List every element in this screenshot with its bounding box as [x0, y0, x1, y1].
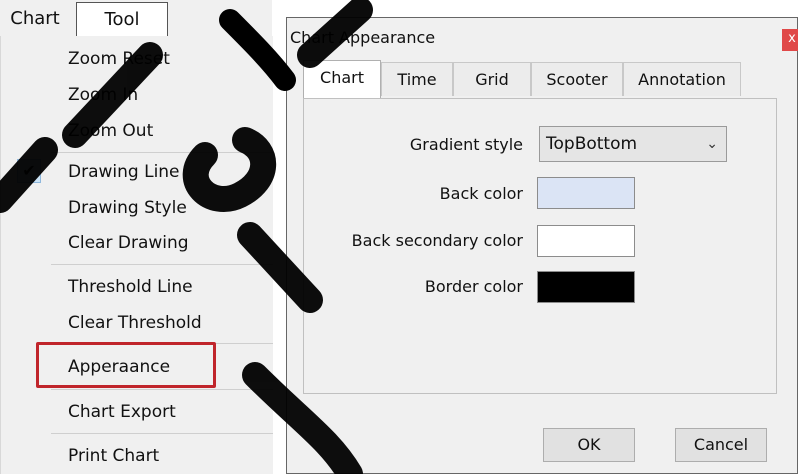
- tab-grid[interactable]: Grid: [453, 62, 531, 96]
- back-secondary-color-swatch[interactable]: [537, 225, 635, 257]
- menu-item-zoom-in[interactable]: Zoom In: [68, 85, 138, 105]
- menu-tab-chart[interactable]: Chart: [0, 2, 70, 35]
- menu-item-threshold-line[interactable]: Threshold Line: [68, 277, 193, 297]
- menu-item-drawing-style[interactable]: Drawing Style: [68, 198, 187, 218]
- tab-scooter[interactable]: Scooter: [531, 62, 623, 96]
- back-color-swatch[interactable]: [537, 177, 635, 209]
- menu-separator: [51, 264, 273, 265]
- menu-item-clear-drawing[interactable]: Clear Drawing: [68, 233, 189, 253]
- close-button[interactable]: x: [782, 29, 798, 51]
- menu-item-chart-export[interactable]: Chart Export: [68, 402, 176, 422]
- cancel-button[interactable]: Cancel: [675, 428, 767, 462]
- menu-item-print-chart[interactable]: Print Chart: [68, 446, 159, 466]
- chart-appearance-dialog: Chart Appearance x Chart Time Grid Scoot…: [286, 17, 798, 474]
- chevron-down-icon: ⌄: [706, 136, 718, 152]
- back-secondary-color-label: Back secondary color: [351, 231, 523, 250]
- gradient-style-label: Gradient style: [409, 135, 523, 154]
- check-icon: ✔: [17, 159, 41, 183]
- menu-item-zoom-reset[interactable]: Zoom Reset: [68, 49, 170, 69]
- border-color-label: Border color: [424, 277, 523, 296]
- menu-separator: [51, 152, 273, 153]
- menu-separator: [51, 433, 273, 434]
- ok-button[interactable]: OK: [543, 428, 635, 462]
- highlight-box: [36, 342, 216, 388]
- menu-item-clear-threshold[interactable]: Clear Threshold: [68, 313, 202, 333]
- menu-tab-tool[interactable]: Tool: [76, 2, 168, 37]
- chart-menu: Zoom Reset Zoom In Zoom Out ✔ Drawing Li…: [0, 36, 273, 474]
- gradient-style-value: TopBottom: [546, 134, 638, 154]
- back-color-label: Back color: [439, 184, 523, 203]
- tab-annotation[interactable]: Annotation: [623, 62, 741, 96]
- menu-item-drawing-line[interactable]: Drawing Line: [68, 162, 180, 182]
- dialog-title: Chart Appearance: [290, 28, 436, 47]
- menu-item-zoom-out[interactable]: Zoom Out: [68, 121, 153, 141]
- gradient-style-select[interactable]: TopBottom ⌄: [539, 126, 727, 162]
- tab-time[interactable]: Time: [381, 62, 453, 96]
- menu-bar: Chart Tool: [0, 0, 272, 37]
- border-color-swatch[interactable]: [537, 271, 635, 303]
- menu-separator: [51, 389, 273, 390]
- tab-chart[interactable]: Chart: [303, 60, 381, 98]
